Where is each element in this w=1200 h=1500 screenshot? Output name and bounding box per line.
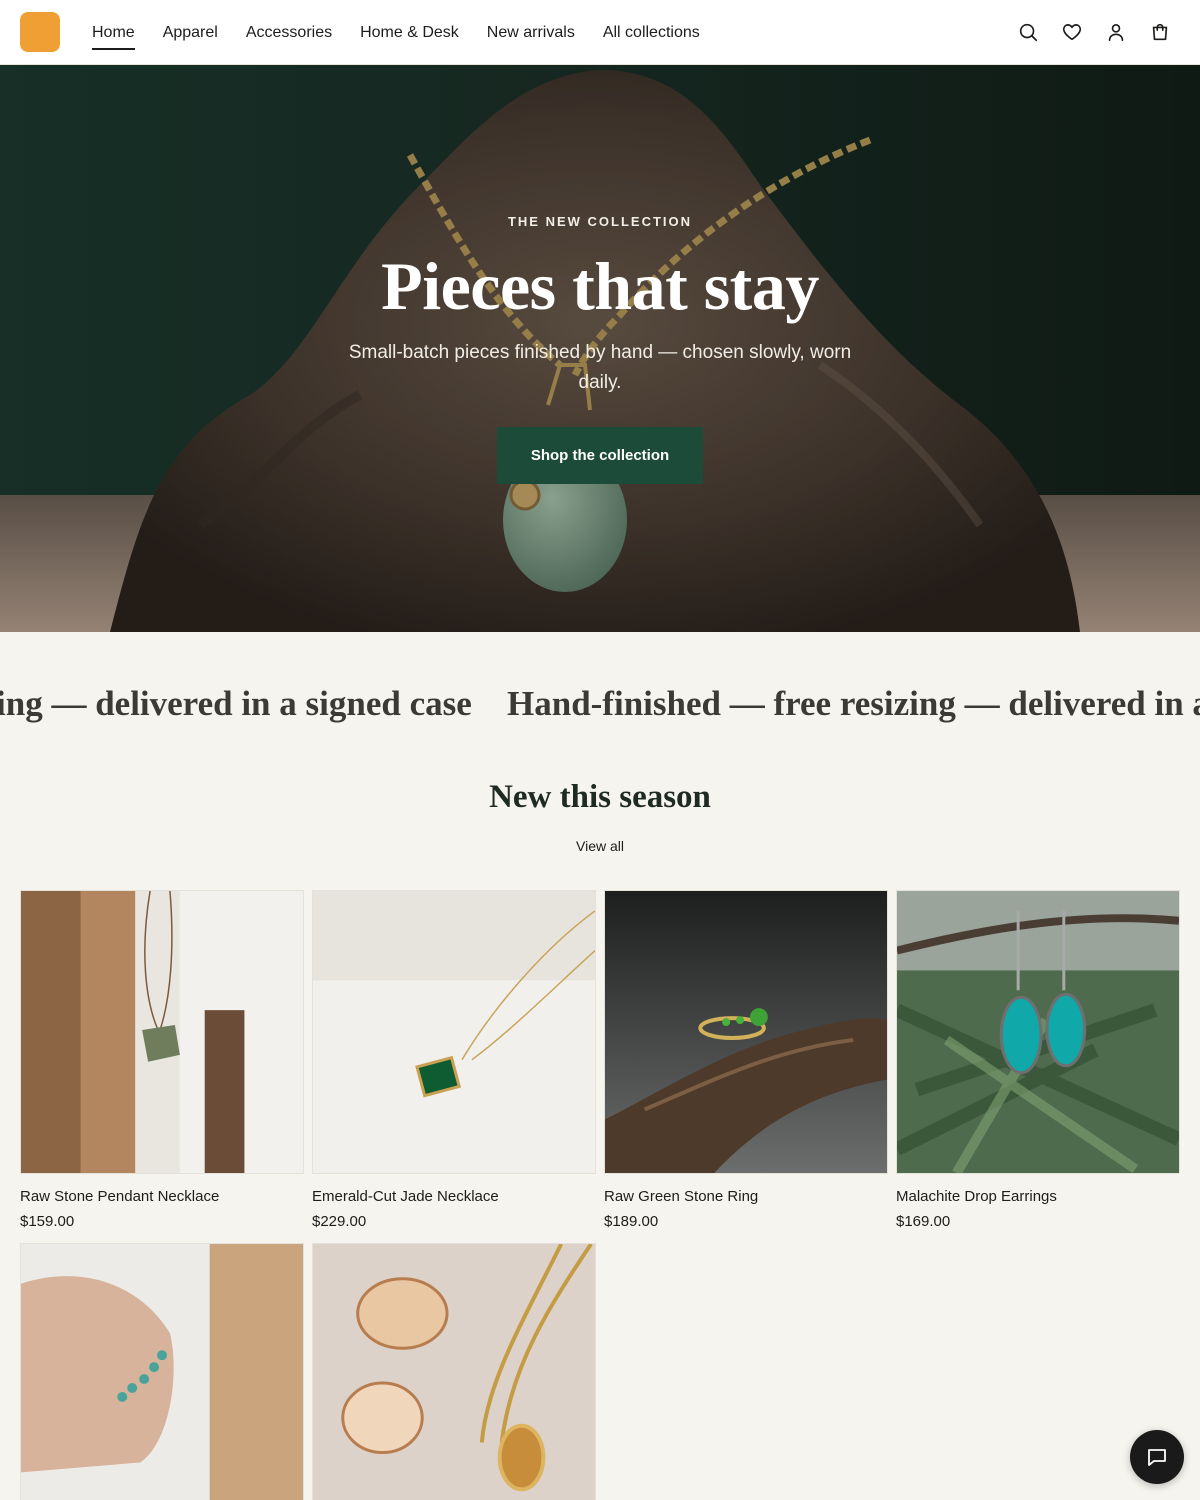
header-actions <box>1016 20 1172 44</box>
view-all-link[interactable]: View all <box>560 838 640 854</box>
product-card[interactable]: Raw Stone Pendant Necklace $159.00 <box>20 890 304 1230</box>
search-icon[interactable] <box>1016 20 1040 44</box>
product-card[interactable]: Raw Green Stone Ring $189.00 <box>604 890 888 1230</box>
product-image[interactable] <box>20 890 304 1174</box>
product-image[interactable] <box>312 890 596 1174</box>
nav-home-desk[interactable]: Home & Desk <box>360 18 459 48</box>
product-card[interactable]: Malachite Drop Earrings $169.00 <box>896 890 1180 1230</box>
nav-all-collections[interactable]: All collections <box>603 18 700 48</box>
product-image[interactable] <box>312 1243 596 1500</box>
product-name[interactable]: Emerald-Cut Jade Necklace <box>312 1188 596 1205</box>
hero-subtitle: Small-batch pieces finished by hand — ch… <box>348 342 852 393</box>
site-header: Home Apparel Accessories Home & Desk New… <box>0 0 1200 65</box>
product-name[interactable]: Raw Stone Pendant Necklace <box>20 1188 304 1205</box>
chat-button[interactable] <box>1130 1430 1184 1484</box>
nav-new-arrivals[interactable]: New arrivals <box>487 18 575 48</box>
announcement-marquee: ing — delivered in a signed case Hand-fi… <box>0 632 1200 782</box>
hero-banner: THE NEW COLLECTION Pieces that stay Smal… <box>0 65 1200 632</box>
product-name[interactable]: Raw Green Stone Ring <box>604 1188 888 1205</box>
product-image[interactable] <box>604 890 888 1174</box>
main-nav: Home Apparel Accessories Home & Desk New… <box>92 0 700 65</box>
marquee-text-1: ing — delivered in a signed case <box>0 684 472 723</box>
product-price: $169.00 <box>896 1213 951 1230</box>
section-title: New this season <box>489 779 711 815</box>
marquee-text-2: Hand-finished — free resizing — delivere… <box>507 684 1200 723</box>
product-image[interactable] <box>20 1243 304 1500</box>
nav-apparel[interactable]: Apparel <box>163 18 218 48</box>
product-price: $229.00 <box>312 1213 367 1230</box>
chat-icon <box>1148 1449 1166 1466</box>
product-card[interactable] <box>312 1243 596 1500</box>
store-logo[interactable] <box>20 12 60 52</box>
product-price: $189.00 <box>604 1213 659 1230</box>
nav-accessories[interactable]: Accessories <box>246 18 332 48</box>
product-card[interactable]: Emerald-Cut Jade Necklace $229.00 <box>312 890 596 1230</box>
hero-title: Pieces that stay <box>381 248 819 324</box>
product-name[interactable]: Malachite Drop Earrings <box>896 1188 1180 1205</box>
cart-icon[interactable] <box>1148 20 1172 44</box>
product-price: $159.00 <box>20 1213 75 1230</box>
hero-content: THE NEW COLLECTION Pieces that stay Smal… <box>0 65 1200 632</box>
nav-home[interactable]: Home <box>92 18 135 50</box>
heart-icon[interactable] <box>1060 20 1084 44</box>
hero-eyebrow: THE NEW COLLECTION <box>507 214 693 229</box>
product-image[interactable] <box>896 890 1180 1174</box>
product-card[interactable] <box>20 1243 304 1500</box>
account-icon[interactable] <box>1104 20 1128 44</box>
shop-collection-button[interactable]: Shop the collection <box>497 427 703 484</box>
